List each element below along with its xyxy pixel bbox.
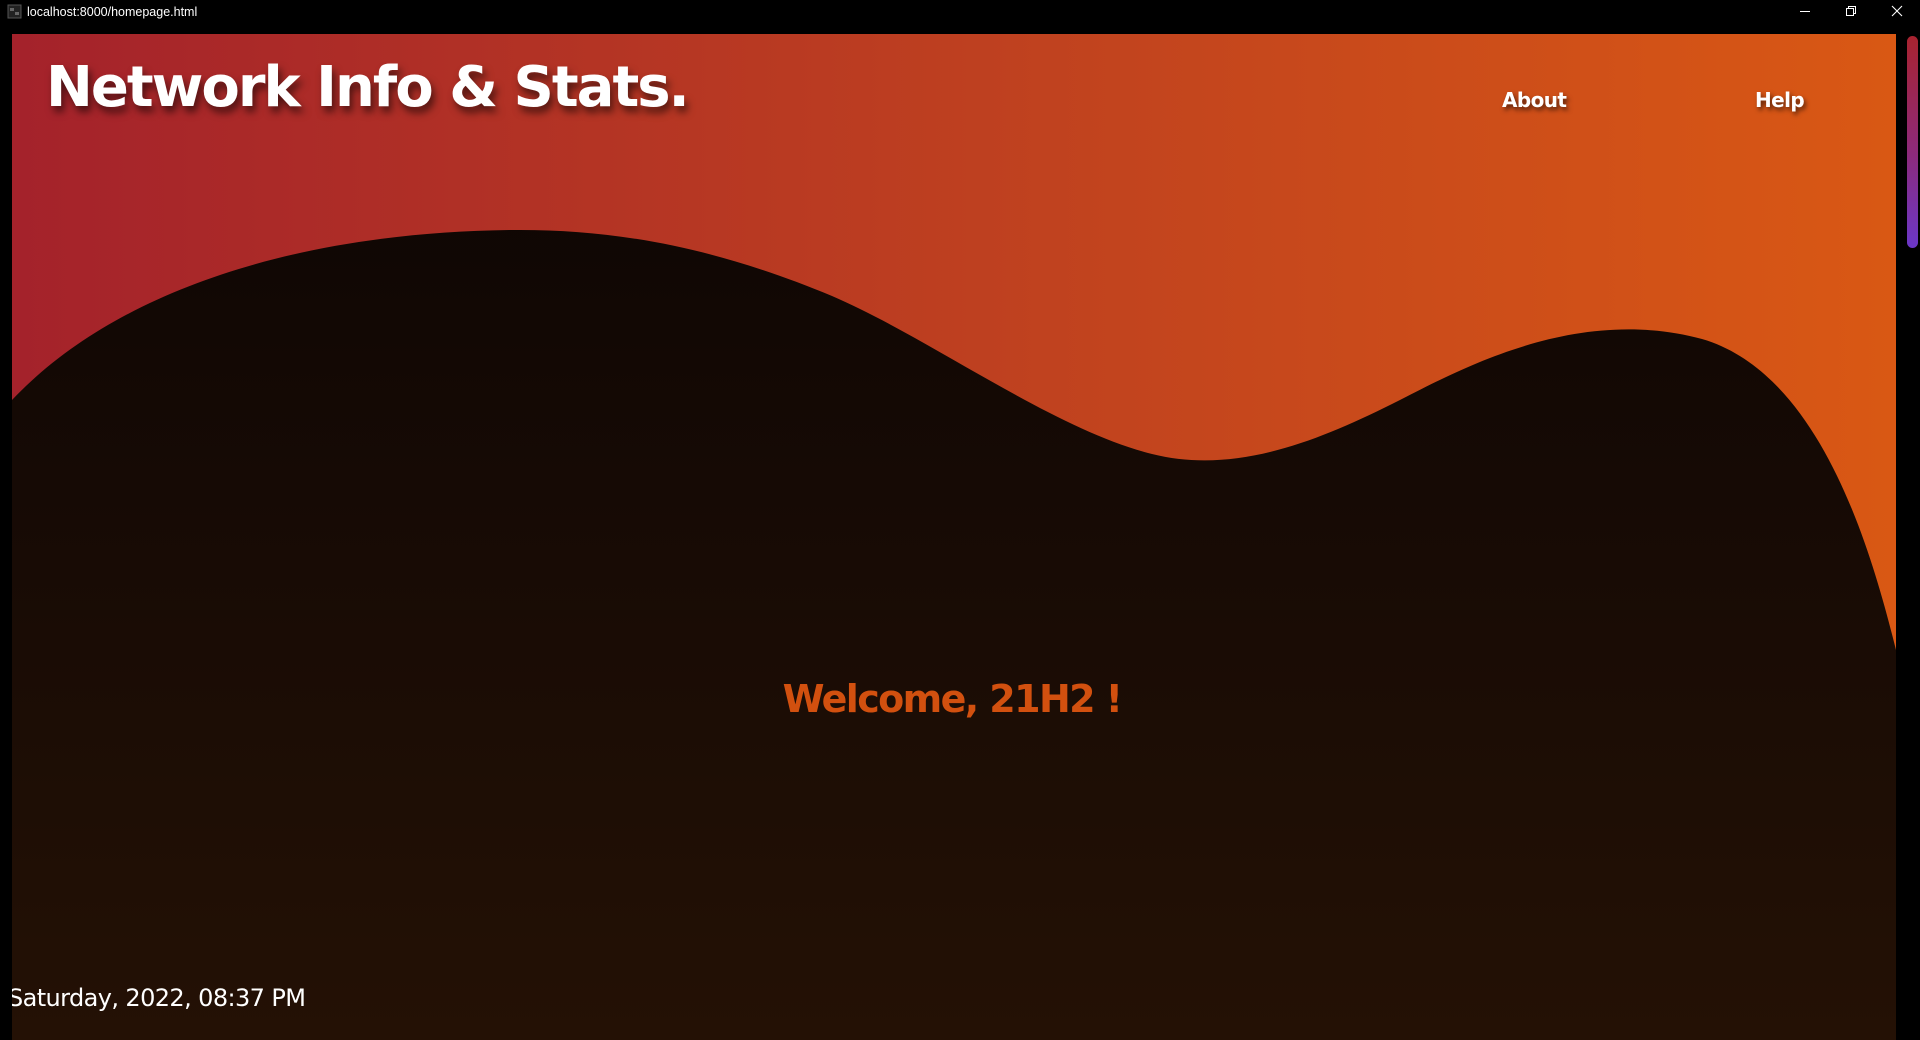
window-title-bar: localhost:8000/homepage.html bbox=[0, 0, 1920, 34]
minimize-icon bbox=[1800, 11, 1810, 12]
restore-icon bbox=[1846, 6, 1856, 16]
wave-shape bbox=[12, 34, 1896, 650]
vertical-scrollbar[interactable] bbox=[1904, 34, 1920, 1040]
scrollbar-thumb[interactable] bbox=[1907, 36, 1918, 248]
nav-about-link[interactable]: About bbox=[1502, 88, 1567, 112]
current-datetime: Saturday, 2022, 08:37 PM bbox=[12, 984, 306, 1012]
window-title: localhost:8000/homepage.html bbox=[27, 5, 198, 19]
header-wave-background bbox=[12, 34, 1896, 650]
nav-help-link[interactable]: Help bbox=[1755, 88, 1805, 112]
close-icon bbox=[1891, 5, 1903, 17]
welcome-message: Welcome, 21H2 ! bbox=[782, 677, 1123, 721]
restore-button[interactable] bbox=[1828, 0, 1874, 22]
close-button[interactable] bbox=[1874, 0, 1920, 22]
minimize-button[interactable] bbox=[1782, 0, 1828, 22]
page-viewport: Network Info & Stats. About Help Welcome… bbox=[12, 34, 1896, 1040]
app-icon bbox=[7, 4, 22, 19]
site-logo[interactable]: Network Info & Stats. bbox=[46, 54, 690, 121]
